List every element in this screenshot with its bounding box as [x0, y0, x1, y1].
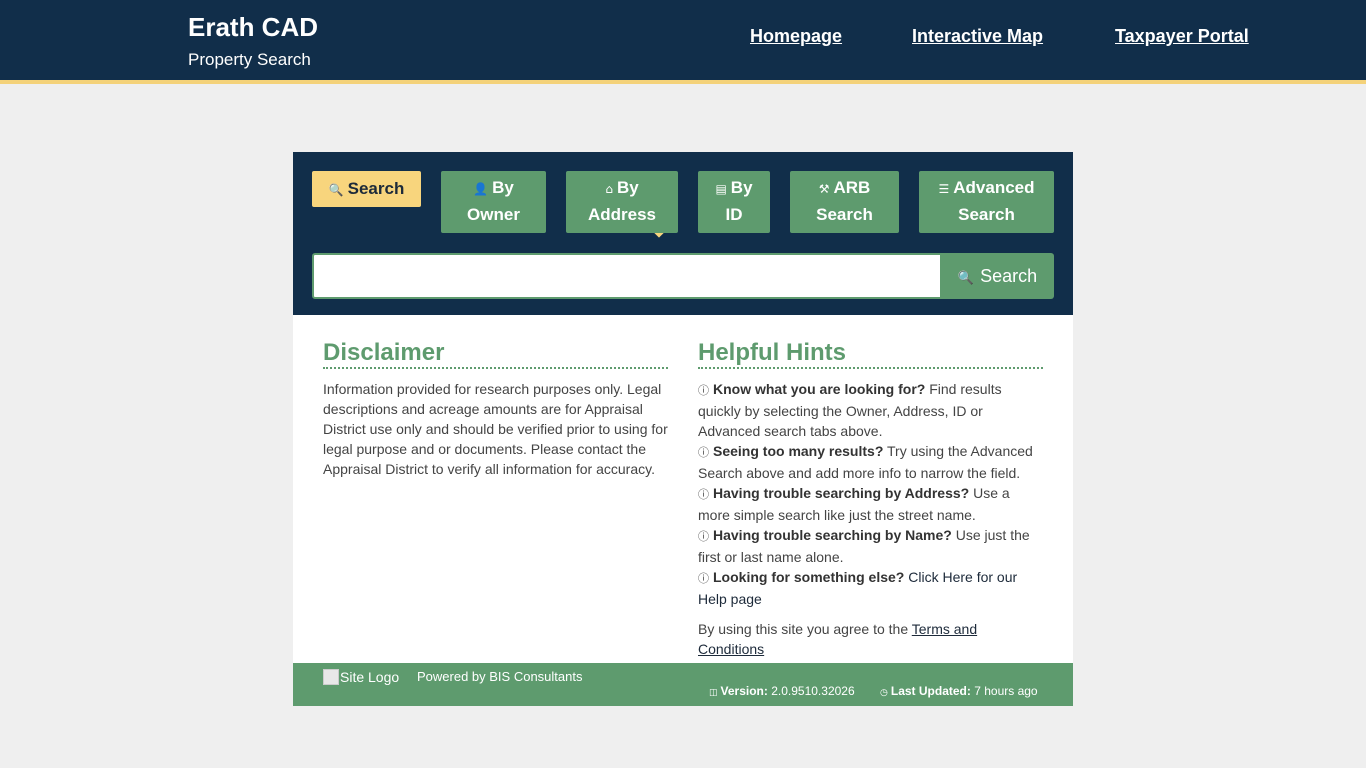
tab-label: Search	[816, 205, 873, 224]
tab-advanced-search[interactable]: ☰ Advanced Search	[919, 171, 1054, 233]
info-icon: ⓘ	[698, 572, 709, 585]
tab-by-id[interactable]: ▤ By ID	[698, 171, 770, 233]
hint-item: ⓘ Looking for something else? Click Here …	[698, 567, 1043, 609]
updated-value: 7 hours ago	[974, 684, 1038, 698]
home-icon: ⌂	[605, 182, 613, 196]
info-content: Disclaimer Information provided for rese…	[293, 315, 1073, 663]
hint-bold: Having trouble searching by Name?	[713, 527, 952, 543]
hints-list: ⓘ Know what you are looking for? Find res…	[698, 379, 1043, 609]
user-icon: 👤	[473, 182, 489, 196]
tab-label: Search	[958, 205, 1015, 224]
clock-icon: ◷	[880, 688, 888, 698]
disclaimer-text: Information provided for research purpos…	[323, 381, 668, 477]
tab-label: ID	[725, 205, 743, 224]
site-title: Erath CAD	[188, 12, 319, 42]
hint-item: ⓘ Having trouble searching by Address? Us…	[698, 483, 1043, 525]
hint-bold: Seeing too many results?	[713, 443, 884, 459]
terms-prefix: By using this site you agree to the	[698, 621, 912, 637]
code-branch-icon: ◫	[709, 688, 718, 698]
tab-label: By	[492, 178, 514, 197]
tab-label: Advanced	[953, 178, 1035, 197]
brand: Erath CAD Property Search	[188, 12, 318, 70]
tab-label: By	[616, 178, 639, 197]
tab-label: Address	[587, 205, 657, 224]
info-icon: ⓘ	[698, 530, 709, 543]
broken-image-icon	[323, 669, 339, 685]
nav-taxpayer-portal-link[interactable]: Taxpayer Portal	[1115, 26, 1249, 47]
version-value: 2.0.9510.32026	[771, 684, 855, 698]
tab-label: ARB	[833, 178, 871, 197]
info-icon: ⓘ	[698, 446, 709, 459]
last-updated-info: ◷ Last Updated: 7 hours ago	[880, 684, 1038, 698]
hint-bold: Know what you are looking for?	[713, 381, 926, 397]
helpful-hints-section: Helpful Hints ⓘ Know what you are looking…	[698, 339, 1043, 659]
hint-bold: Looking for something else?	[713, 569, 905, 585]
disclaimer-heading: Disclaimer	[323, 339, 668, 369]
tab-arb-search[interactable]: ⚒ ARB Search	[790, 171, 899, 233]
tab-by-owner[interactable]: 👤 By Owner	[441, 171, 546, 233]
disclaimer-section: Disclaimer Information provided for rese…	[323, 339, 668, 479]
search-button-label: Search	[980, 266, 1038, 286]
logo-alt-text: Site Logo	[340, 669, 400, 685]
tab-label: Search	[347, 179, 405, 198]
search-panel: 🔍 Search 👤 By Owner ⌂ By Address ▤ By ID ⚒ AR…	[293, 152, 1073, 315]
tab-search[interactable]: 🔍 Search	[312, 171, 421, 207]
info-icon: ⓘ	[698, 488, 709, 501]
hint-item: ⓘ Having trouble searching by Name? Use j…	[698, 525, 1043, 567]
site-logo: Site Logo	[323, 669, 399, 685]
search-input[interactable]	[312, 253, 942, 299]
search-button[interactable]: 🔍 Search	[941, 253, 1054, 299]
hint-bold: Having trouble searching by Address?	[713, 485, 970, 501]
site-subtitle: Property Search	[188, 50, 311, 69]
powered-by: Powered by BIS Consultants	[417, 669, 583, 684]
gavel-icon: ⚒	[818, 182, 830, 196]
site-footer: Site Logo Powered by BIS Consultants ◫ Ve…	[293, 663, 1073, 706]
search-icon: 🔍	[957, 271, 975, 286]
updated-label: Last Updated:	[890, 684, 971, 698]
tab-by-address[interactable]: ⌂ By Address	[566, 171, 678, 233]
hint-item: ⓘ Know what you are looking for? Find res…	[698, 379, 1043, 441]
tab-label: Owner	[467, 205, 520, 224]
version-label: Version:	[720, 684, 768, 698]
nav-homepage-link[interactable]: Homepage	[750, 26, 842, 47]
sliders-icon: ☰	[938, 182, 950, 196]
site-header: Erath CAD Property Search Homepage Inter…	[0, 0, 1366, 84]
hints-heading: Helpful Hints	[698, 339, 1043, 369]
hint-item: ⓘ Seeing too many results? Try using the …	[698, 441, 1043, 483]
info-icon: ⓘ	[698, 384, 709, 397]
version-info: ◫ Version: 2.0.9510.32026	[709, 684, 855, 698]
id-card-icon: ▤	[715, 182, 727, 196]
terms-notice: By using this site you agree to the Term…	[698, 619, 1043, 659]
nav-interactive-map-link[interactable]: Interactive Map	[912, 26, 1043, 47]
tab-label: By	[730, 178, 753, 197]
search-icon: 🔍	[328, 183, 344, 197]
